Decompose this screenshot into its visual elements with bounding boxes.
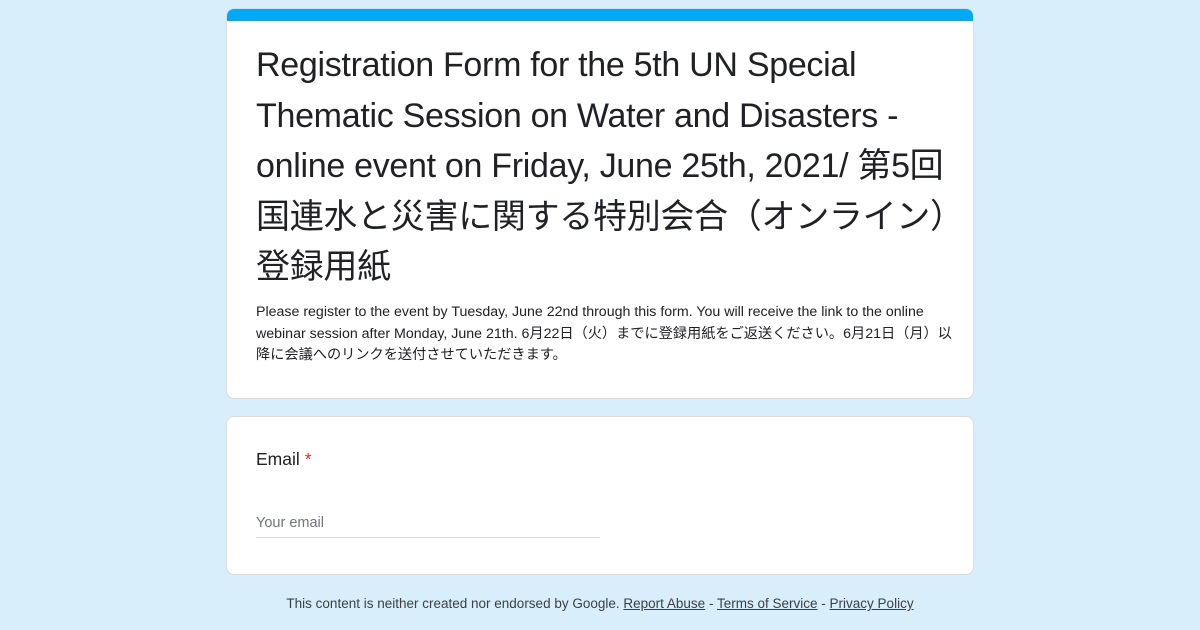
form-title: Registration Form for the 5th UN Special…	[256, 46, 974, 286]
email-question-card: Email *	[226, 416, 974, 575]
form-header-card: Registration Form for the 5th UN Special…	[226, 8, 974, 399]
report-abuse-link[interactable]: Report Abuse	[623, 596, 705, 611]
footer-separator: -	[708, 596, 714, 611]
footer-separator: -	[821, 596, 826, 611]
required-asterisk: *	[304, 449, 312, 469]
footer-disclaimer: This content is neither created nor endo…	[286, 596, 620, 611]
form-description: Please register to the event by Tuesday,…	[256, 304, 952, 363]
email-question-label: Email *	[256, 447, 312, 471]
email-input[interactable]	[256, 509, 600, 538]
privacy-policy-link[interactable]: Privacy Policy	[830, 596, 914, 611]
terms-of-service-link[interactable]: Terms of Service	[717, 596, 818, 611]
footer: This content is neither created nor endo…	[0, 594, 1200, 614]
email-label-text: Email	[256, 449, 300, 469]
accent-bar	[227, 9, 973, 21]
